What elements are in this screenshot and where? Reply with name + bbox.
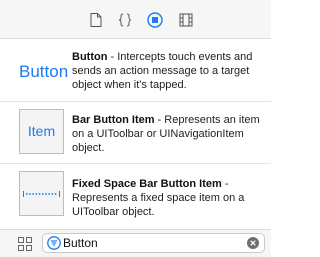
clear-icon[interactable] (247, 237, 259, 249)
fixed-space-dotted-icon (23, 191, 60, 197)
item-title: Button (72, 51, 108, 63)
item-title: Fixed Space Bar Button Item (72, 178, 222, 190)
library-item-fixed-space-bar-button-item[interactable]: Fixed Space Bar Button Item - Represents… (0, 163, 271, 225)
item-description: Fixed Space Bar Button Item - Represents… (72, 177, 264, 219)
item-title: Bar Button Item (72, 114, 155, 126)
object-library-panel: Button Button - Intercepts touch events … (0, 0, 271, 257)
library-item-button[interactable]: Button Button - Intercepts touch events … (0, 39, 271, 101)
media-library-icon[interactable] (178, 12, 194, 28)
bar-button-item-thumbnail: Item (19, 109, 64, 154)
object-library-icon[interactable] (147, 12, 163, 28)
library-filter-bar (0, 229, 271, 257)
inspector-tab-bar (0, 0, 271, 39)
filter-icon (47, 236, 61, 250)
grid-view-icon[interactable] (18, 237, 32, 251)
object-library-list[interactable]: Button Button - Intercepts touch events … (0, 39, 271, 225)
code-braces-icon[interactable] (117, 12, 133, 28)
fixed-space-thumbnail (19, 171, 64, 216)
item-description: Bar Button Item - Represents an item on … (72, 113, 264, 155)
filter-input[interactable] (63, 235, 233, 251)
filter-field[interactable] (42, 233, 265, 253)
bar-button-item-thumbnail-label: Item (27, 123, 56, 139)
button-thumbnail: Button (19, 49, 68, 94)
library-item-bar-button-item[interactable]: Item Bar Button Item - Represents an ite… (0, 101, 271, 163)
file-icon[interactable] (88, 12, 104, 28)
item-description: Button - Intercepts touch events and sen… (72, 50, 264, 92)
